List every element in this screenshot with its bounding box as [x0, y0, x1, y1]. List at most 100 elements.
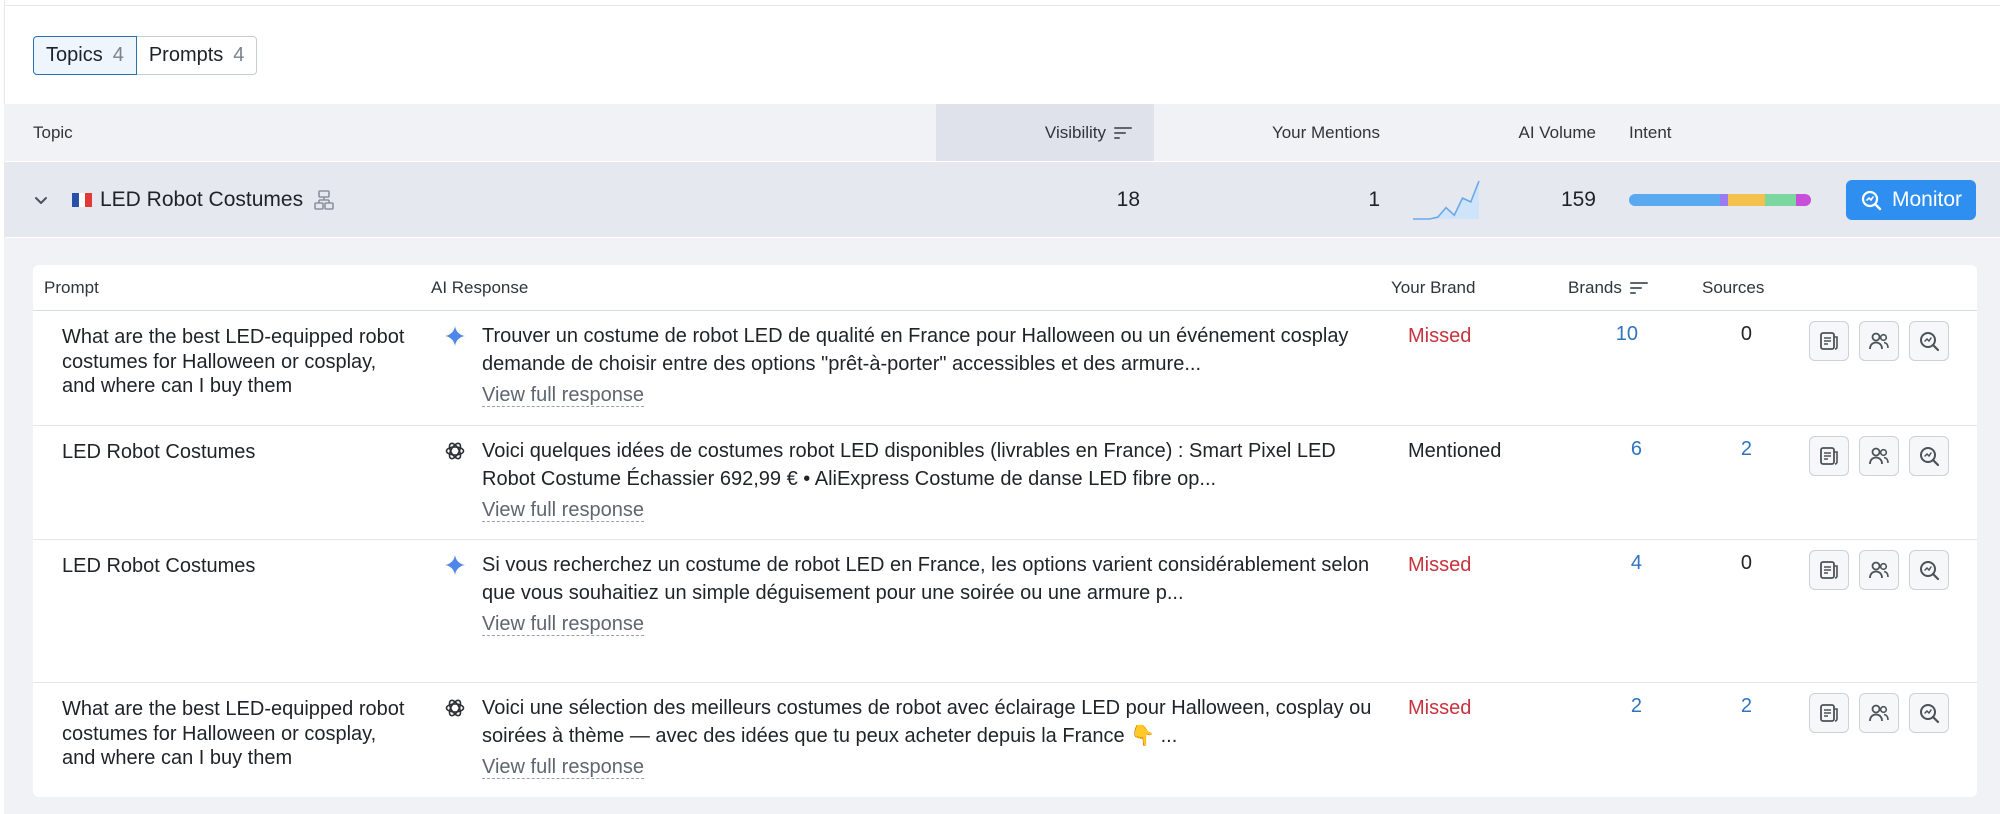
openai-icon — [445, 699, 465, 717]
intent-segment — [1728, 193, 1765, 206]
tab-prompts-count: 4 — [233, 44, 245, 66]
intent-distribution-bar — [1629, 193, 1811, 206]
sources-count: 0 — [1740, 323, 1752, 345]
users-icon — [1869, 561, 1889, 579]
col-topic: Topic — [33, 122, 73, 142]
search-analytics-icon — [1920, 561, 1940, 581]
search-analytics-icon — [1920, 447, 1940, 467]
tab-prompts[interactable]: Prompts 4 — [136, 36, 258, 75]
analyze-button[interactable] — [1909, 321, 1949, 361]
prompt-row: LED Robot Costumes Si vous recherchez un… — [33, 540, 1977, 683]
monitor-button-label: Monitor — [1892, 188, 1963, 211]
gemini-icon — [445, 326, 465, 346]
intent-segment — [1796, 193, 1811, 206]
topic-mentions: 1 — [1368, 187, 1380, 211]
brands-count[interactable]: 6 — [1582, 438, 1642, 461]
brand-status: Missed — [1408, 554, 1472, 576]
france-flag-icon — [72, 192, 93, 207]
sources-count[interactable]: 2 — [1692, 438, 1752, 461]
prompts-panel: Prompt AI Response Your Brand Brands Sou… — [33, 265, 1977, 797]
topic-row[interactable]: LED Robot Costumes 18 1 159 Monitor — [4, 162, 2000, 237]
ai-response-text: Voici quelques idées de costumes robot L… — [482, 440, 1336, 490]
tab-topics-label: Topics — [46, 44, 103, 66]
view-full-response-link[interactable]: View full response — [482, 613, 644, 636]
prompts-table-header: Prompt AI Response Your Brand Brands Sou… — [33, 265, 1977, 311]
analyze-button[interactable] — [1909, 693, 1949, 733]
prompt-row: LED Robot Costumes Voici quelques idées … — [33, 426, 1977, 540]
tab-prompts-label: Prompts — [148, 44, 224, 66]
col-brands-label: Brands — [1568, 278, 1622, 297]
sources-count: 0 — [1740, 552, 1752, 574]
users-icon — [1869, 447, 1889, 465]
col-visibility-label: Visibility — [1044, 122, 1106, 142]
monitor-search-icon — [1861, 190, 1882, 211]
users-icon — [1869, 704, 1889, 722]
col-your-brand: Your Brand — [1391, 278, 1476, 297]
top-divider — [4, 0, 2000, 6]
ai-response-text: Si vous recherchez un costume de robot L… — [482, 554, 1370, 604]
intent-segment — [1764, 193, 1797, 206]
brand-status: Mentioned — [1408, 440, 1502, 462]
intent-segment — [1720, 193, 1729, 206]
competitors-button[interactable] — [1859, 321, 1899, 361]
sources-count[interactable]: 2 — [1692, 695, 1752, 718]
monitor-button[interactable]: Monitor — [1846, 180, 1977, 220]
topic-ai-volume: 159 — [1560, 187, 1596, 211]
view-full-response-link[interactable]: View full response — [482, 756, 644, 779]
view-full-response-link[interactable]: View full response — [482, 384, 644, 407]
tab-topics-count: 4 — [112, 44, 124, 66]
prompt-text: LED Robot Costumes — [62, 555, 256, 577]
response-details-button[interactable] — [1809, 550, 1849, 590]
sort-icon — [1629, 281, 1648, 295]
topic-structure-icon[interactable] — [313, 189, 335, 211]
openai-icon — [445, 442, 465, 460]
users-icon — [1869, 332, 1889, 350]
ai-response-text: Trouver un costume de robot LED de quali… — [482, 325, 1349, 375]
col-intent: Intent — [1629, 122, 1672, 142]
document-icon — [1820, 447, 1838, 465]
col-sources: Sources — [1702, 278, 1765, 297]
brands-count[interactable]: 4 — [1582, 552, 1642, 575]
competitors-button[interactable] — [1859, 693, 1899, 733]
document-icon — [1820, 704, 1838, 722]
document-icon — [1820, 561, 1838, 579]
search-analytics-icon — [1920, 704, 1940, 724]
response-details-button[interactable] — [1809, 321, 1849, 361]
response-details-button[interactable] — [1809, 436, 1849, 476]
topics-table-header: Topic Visibility Your Mentions AI Volume… — [4, 104, 2000, 161]
col-prompt: Prompt — [44, 278, 99, 297]
competitors-button[interactable] — [1859, 550, 1899, 590]
response-details-button[interactable] — [1809, 693, 1849, 733]
expand-chevron-icon[interactable] — [33, 162, 49, 237]
prompt-text: What are the best LED-equipped robot cos… — [62, 698, 405, 769]
competitors-button[interactable] — [1859, 436, 1899, 476]
search-analytics-icon — [1920, 332, 1940, 352]
brands-count[interactable]: 10 — [1578, 323, 1638, 346]
col-ai-volume: AI Volume — [1518, 122, 1597, 142]
brand-status: Missed — [1408, 697, 1472, 719]
sort-icon — [1114, 126, 1132, 140]
topic-visibility: 18 — [1116, 187, 1140, 211]
ai-response-text: Voici une sélection des meilleurs costum… — [482, 697, 1372, 747]
analyze-button[interactable] — [1909, 550, 1949, 590]
tab-topics[interactable]: Topics 4 — [33, 36, 137, 75]
intent-segment — [1629, 193, 1720, 206]
prompt-row: What are the best LED-equipped robot cos… — [33, 683, 1977, 797]
prompt-row: What are the best LED-equipped robot cos… — [33, 311, 1977, 426]
col-brands[interactable]: Brands — [1568, 265, 1648, 311]
mentions-trend-sparkline — [1412, 162, 1480, 237]
prompt-text: LED Robot Costumes — [62, 441, 256, 463]
view-full-response-link[interactable]: View full response — [482, 499, 644, 522]
view-switcher: Topics 4 Prompts 4 — [33, 36, 258, 75]
prompt-text: What are the best LED-equipped robot cos… — [62, 326, 405, 397]
document-icon — [1820, 332, 1838, 350]
col-mentions: Your Mentions — [1271, 122, 1380, 142]
brands-count[interactable]: 2 — [1582, 695, 1642, 718]
analyze-button[interactable] — [1909, 436, 1949, 476]
brand-status: Missed — [1408, 325, 1472, 347]
col-ai-response: AI Response — [431, 278, 529, 297]
sparkline-area — [1413, 180, 1479, 219]
col-visibility[interactable]: Visibility — [936, 104, 1154, 161]
gemini-icon — [445, 555, 465, 575]
topic-title: LED Robot Costumes — [100, 187, 304, 211]
